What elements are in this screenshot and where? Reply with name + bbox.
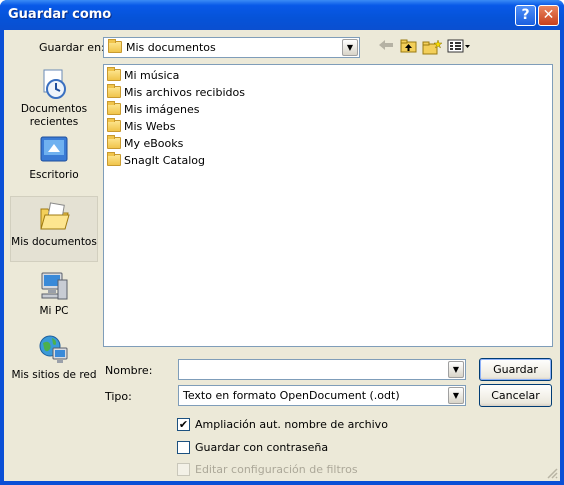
place-my-computer[interactable]: Mi PC xyxy=(10,270,98,320)
place-label: Mis documentos xyxy=(11,236,97,248)
my-documents-small-icon xyxy=(108,39,122,53)
my-documents-icon xyxy=(40,202,70,230)
new-folder-icon[interactable] xyxy=(422,39,443,57)
title-bar[interactable]: Guardar como ? ✕ xyxy=(0,0,564,30)
list-item[interactable]: Mi música xyxy=(107,67,180,84)
edit-filter-settings-checkbox xyxy=(177,463,190,476)
place-label: Escritorio xyxy=(29,169,79,181)
type-label: Tipo: xyxy=(105,390,132,403)
file-name-combo[interactable]: ▼ xyxy=(178,359,466,380)
save-with-password-checkbox[interactable] xyxy=(177,441,190,454)
pictures-folder-icon xyxy=(107,101,121,115)
save-in-label: Guardar en: xyxy=(39,41,105,54)
file-name: Mis Webs xyxy=(124,120,176,133)
place-label: Mis sitios de red xyxy=(11,369,97,381)
list-item[interactable]: SnagIt Catalog xyxy=(107,152,205,169)
save-button[interactable]: Guardar xyxy=(479,358,552,381)
cancel-button[interactable]: Cancelar xyxy=(479,384,552,407)
place-my-documents[interactable]: Mis documentos xyxy=(10,196,98,262)
name-label: Nombre: xyxy=(105,364,153,377)
dialog-body: Guardar en: Mis documentos ▼ Documentos … xyxy=(4,30,560,481)
folder-icon xyxy=(107,84,121,98)
place-label: Mi PC xyxy=(39,305,69,317)
resize-grip-icon[interactable] xyxy=(546,467,558,479)
file-type-select[interactable]: Texto en formato OpenDocument (.odt) ▼ xyxy=(178,385,466,406)
folder-icon xyxy=(107,152,121,166)
place-label: Documentos recientes xyxy=(20,103,88,128)
file-name: Mis archivos recibidos xyxy=(124,86,245,99)
place-network[interactable]: Mis sitios de red xyxy=(10,334,98,384)
my-computer-icon xyxy=(41,272,68,300)
file-type-value: Texto en formato OpenDocument (.odt) xyxy=(183,389,400,402)
chevron-down-icon[interactable]: ▼ xyxy=(448,387,464,404)
help-button[interactable]: ? xyxy=(515,5,536,26)
list-item[interactable]: My eBooks xyxy=(107,135,184,152)
places-bar: Documentos recientes Escritorio Mis docu… xyxy=(10,64,98,381)
place-desktop[interactable]: Escritorio xyxy=(10,134,98,184)
list-item[interactable]: Mis archivos recibidos xyxy=(107,84,245,101)
file-name: Mis imágenes xyxy=(124,103,200,116)
recent-documents-icon xyxy=(43,69,66,99)
file-list[interactable]: Mi música Mis archivos recibidos Mis imá… xyxy=(103,64,553,347)
web-folder-icon xyxy=(107,118,121,132)
edit-filter-settings-label: Editar configuración de filtros xyxy=(195,463,358,476)
views-menu-icon[interactable] xyxy=(446,39,472,57)
desktop-icon xyxy=(40,136,68,162)
up-folder-icon[interactable] xyxy=(399,39,419,57)
chevron-down-icon[interactable]: ▼ xyxy=(448,361,464,378)
file-name: Mi música xyxy=(124,69,180,82)
auto-extension-checkbox[interactable]: ✔ xyxy=(177,418,190,431)
folder-icon xyxy=(107,135,121,149)
auto-extension-label: Ampliación aut. nombre de archivo xyxy=(195,418,388,431)
file-name: SnagIt Catalog xyxy=(124,154,205,167)
network-places-icon xyxy=(39,335,68,363)
close-button[interactable]: ✕ xyxy=(538,5,559,26)
chevron-down-icon[interactable]: ▼ xyxy=(342,39,358,56)
music-folder-icon xyxy=(107,67,121,81)
list-item[interactable]: Mis imágenes xyxy=(107,101,200,118)
place-recent-documents[interactable]: Documentos recientes xyxy=(10,68,98,128)
save-in-combo[interactable]: Mis documentos ▼ xyxy=(103,37,360,58)
back-icon[interactable] xyxy=(376,39,396,57)
save-in-value: Mis documentos xyxy=(126,41,216,54)
window-title: Guardar como xyxy=(8,7,112,22)
file-name: My eBooks xyxy=(124,137,184,150)
list-item[interactable]: Mis Webs xyxy=(107,118,176,135)
save-with-password-label: Guardar con contraseña xyxy=(195,441,329,454)
save-as-dialog: Guardar como ? ✕ Guardar en: Mis documen… xyxy=(0,0,564,485)
